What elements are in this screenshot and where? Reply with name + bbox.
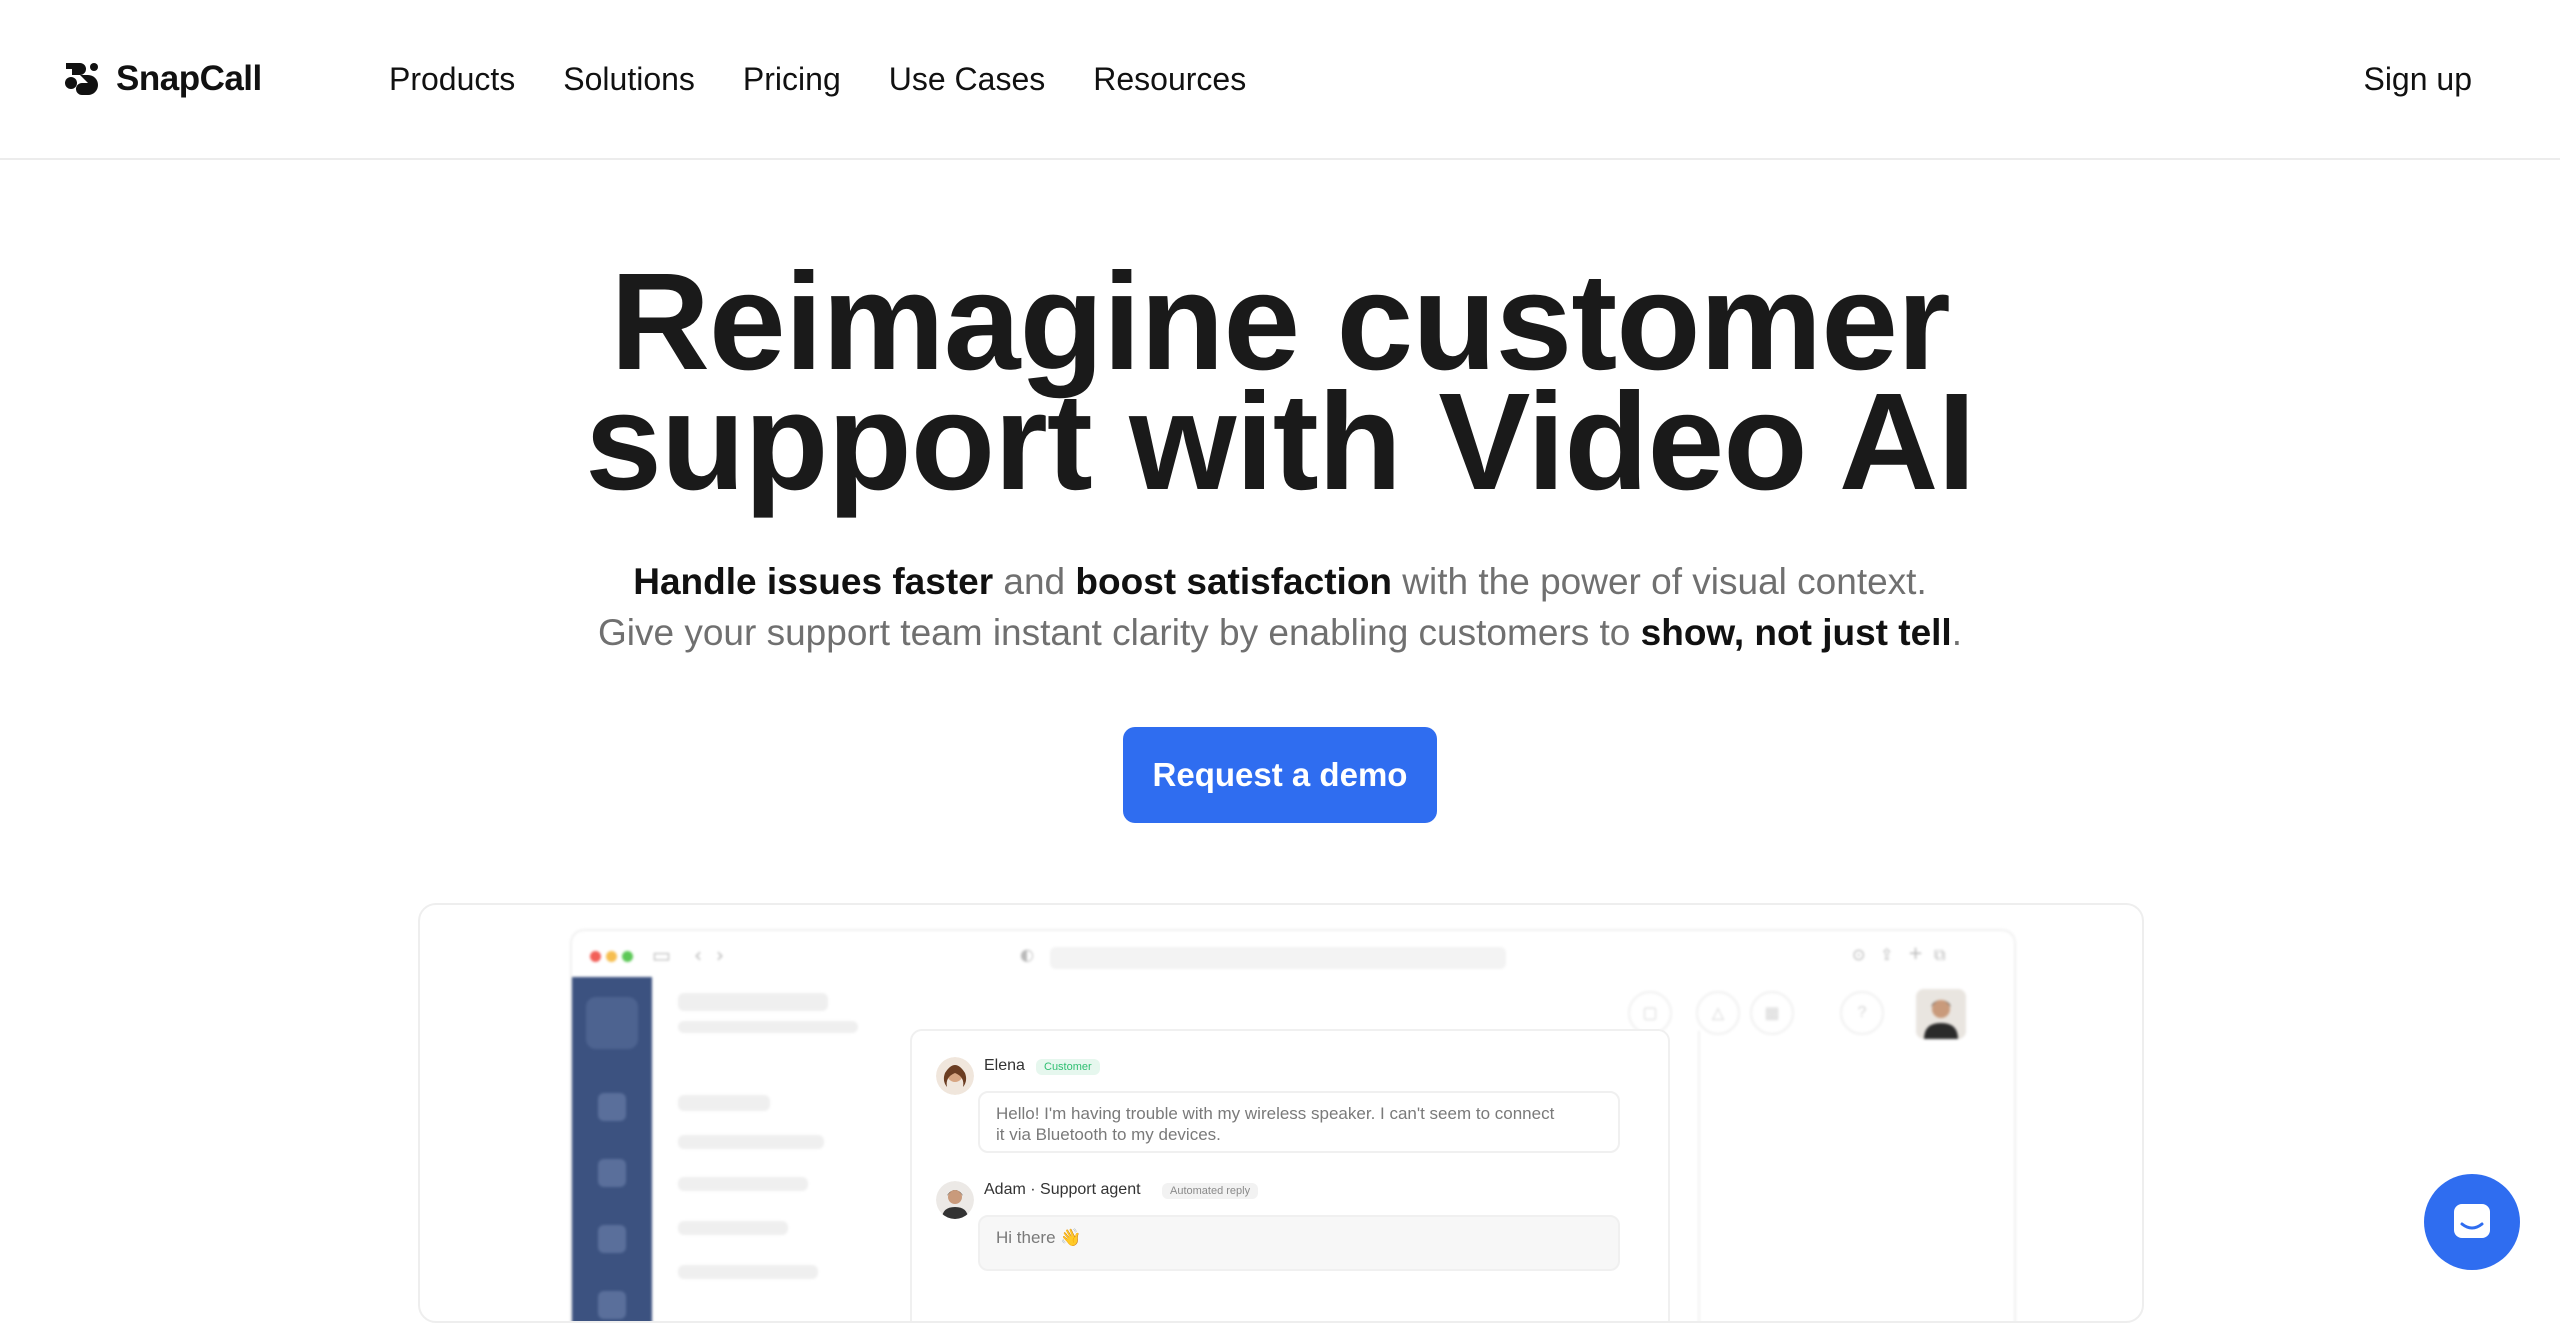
window-maximize-dot	[622, 951, 633, 962]
help-icon: ?	[1840, 991, 1884, 1035]
tabs-icon: ⧉	[1934, 945, 1946, 964]
placeholder-line	[678, 1177, 808, 1191]
signup-link[interactable]: Sign up	[2363, 56, 2472, 102]
grid-icon: ▦	[1750, 991, 1794, 1035]
placeholder-line	[678, 993, 828, 1011]
rail-item	[598, 1225, 626, 1253]
main-nav: Products Solutions Pricing Use Cases Res…	[389, 56, 1246, 102]
rail-item	[598, 1093, 626, 1121]
details-panel	[1698, 1031, 2004, 1321]
hero-subtitle: Handle issues faster and boost satisfact…	[0, 556, 2560, 658]
address-bar	[1050, 947, 1506, 969]
nav-pricing[interactable]: Pricing	[743, 61, 841, 98]
sub-text: Give your support team instant clarity b…	[597, 612, 1641, 653]
sub-text: .	[1951, 612, 1962, 653]
placeholder-line	[678, 1021, 858, 1033]
chat-bubble-icon	[2454, 1204, 2490, 1238]
window-titlebar: ▭ ‹ › ◐ ⊙ ⇪ + ⧉	[572, 931, 2014, 977]
app-sidebar-rail	[572, 977, 652, 1321]
site-header: SnapCall Products Solutions Pricing Use …	[0, 0, 2560, 160]
bell-icon: △	[1696, 991, 1740, 1035]
new-tab-icon: +	[1908, 943, 1924, 964]
app-window-mockup: ▭ ‹ › ◐ ⊙ ⇪ + ⧉ ▢ △ ▦ ?	[570, 929, 2016, 1321]
nav-use-cases[interactable]: Use Cases	[889, 61, 1046, 98]
sub-emphasis-faster: Handle issues faster	[633, 561, 994, 602]
sub-text: with the power of visual context.	[1392, 561, 1927, 602]
nav-solutions[interactable]: Solutions	[563, 61, 695, 98]
sub-emphasis-satisfaction: boost satisfaction	[1075, 561, 1393, 602]
placeholder-line	[678, 1135, 824, 1149]
nav-products[interactable]: Products	[389, 61, 515, 98]
chat-launcher-button[interactable]	[2424, 1174, 2520, 1270]
download-icon: ⊙	[1852, 945, 1866, 964]
rail-item	[598, 1291, 626, 1319]
back-icon: ‹	[694, 943, 702, 967]
chat-icon: ▢	[1628, 991, 1672, 1035]
share-icon: ⇪	[1880, 945, 1894, 964]
nav-resources[interactable]: Resources	[1093, 61, 1246, 98]
shield-icon: ◐	[1020, 945, 1034, 964]
placeholder-line	[678, 1095, 770, 1111]
window-close-dot	[590, 951, 601, 962]
sidebar-toggle-icon: ▭	[652, 943, 671, 967]
snapcall-logo-icon	[65, 63, 98, 95]
placeholder-line	[678, 1221, 788, 1235]
placeholder-line	[678, 1265, 818, 1279]
hero-title: Reimagine customer support with Video AI	[0, 253, 2560, 511]
brand-logo[interactable]: SnapCall	[62, 56, 262, 102]
forward-icon: ›	[716, 943, 724, 967]
hero-title-line-2: support with Video AI	[585, 365, 1976, 519]
sub-emphasis-show: show, not just tell	[1640, 612, 1952, 653]
sub-text: and	[993, 561, 1076, 602]
product-preview: ▭ ‹ › ◐ ⊙ ⇪ + ⧉ ▢ △ ▦ ? Elena Customer H…	[418, 903, 2144, 1323]
request-demo-button[interactable]: Request a demo	[1123, 727, 1437, 823]
rail-logo	[586, 997, 638, 1049]
brand-name: SnapCall	[116, 59, 262, 98]
rail-item	[598, 1159, 626, 1187]
window-minimize-dot	[606, 951, 617, 962]
